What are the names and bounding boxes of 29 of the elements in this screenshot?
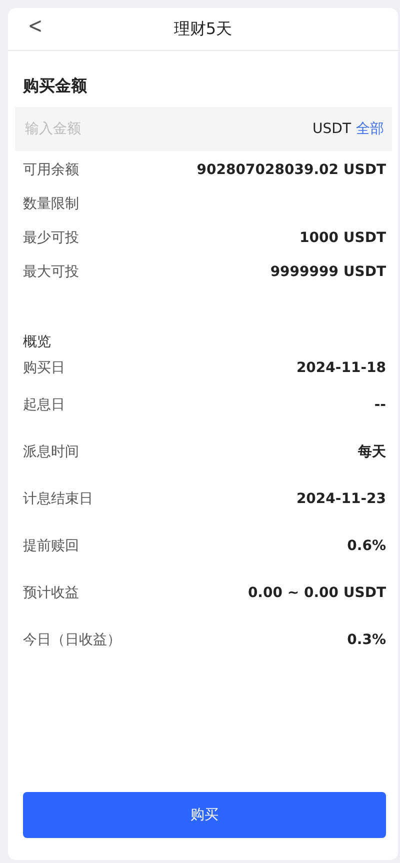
- row-label: 数量限制: [23, 195, 79, 213]
- currency-label: USDT: [312, 121, 351, 137]
- row-label: 购买日: [23, 359, 65, 377]
- row-value: 2024-11-23: [296, 490, 386, 506]
- row-value: 0.00 ~ 0.00 USDT: [248, 584, 386, 600]
- row-label: 预计收益: [23, 584, 79, 602]
- row-label: 今日（日收益）: [23, 630, 121, 648]
- row-value: 1000 USDT: [300, 230, 386, 246]
- all-link[interactable]: 全部: [356, 120, 384, 138]
- row-value: 2024-11-18: [296, 360, 386, 376]
- row-label: 计息结束日: [23, 490, 93, 508]
- row-label: 提前赎回: [23, 536, 79, 554]
- row-value: 0.3%: [347, 632, 386, 648]
- row-value: 每天: [358, 442, 386, 460]
- page-title: 理财5天: [174, 18, 232, 40]
- amount-field[interactable]: 输入金额 USDT 全部: [15, 107, 392, 151]
- section-title: 购买金额: [23, 76, 88, 97]
- row-value: 0.6%: [347, 538, 386, 554]
- section-label: 概览: [23, 333, 52, 351]
- row-label: 可用余额: [23, 161, 79, 179]
- row-label: 起息日: [23, 396, 65, 414]
- row-value: 902807028039.02 USDT: [196, 162, 386, 178]
- buy-button[interactable]: 购买: [23, 792, 386, 838]
- row-label: 最少可投: [23, 229, 79, 247]
- row-label: 最大可投: [23, 263, 79, 281]
- row-value: 9999999 USDT: [270, 264, 386, 280]
- row-value: --: [374, 396, 386, 412]
- row-label: 派息时间: [23, 442, 79, 460]
- back-button[interactable]: <: [24, 14, 46, 39]
